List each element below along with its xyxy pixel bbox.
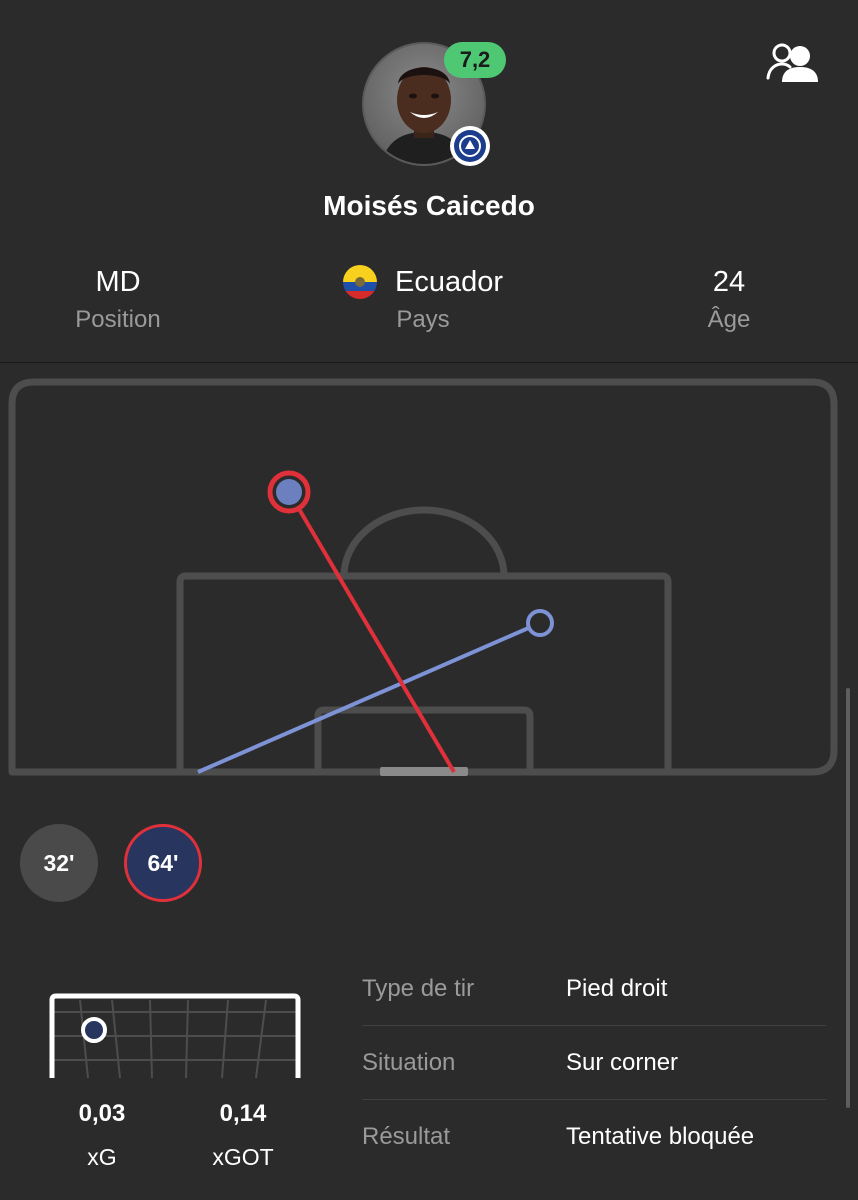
xgot-value: 0,14	[219, 1100, 267, 1127]
xgot-label: xGOT	[212, 1144, 274, 1170]
scrollbar[interactable]	[846, 688, 850, 1108]
age-label: Âge	[707, 306, 751, 333]
country-value-row: Ecuador	[303, 262, 543, 302]
position-label: Position	[75, 306, 161, 333]
goal-frame	[40, 990, 310, 1082]
shot-chip-64[interactable]: 64'	[124, 824, 202, 902]
info-position: MD Position	[0, 262, 238, 334]
detail-value: Pied droit	[566, 974, 668, 1002]
detail-key: Situation	[362, 1048, 456, 1076]
xgot-stat: 0,14 xGOT	[183, 1100, 303, 1171]
detail-key: Type de tir	[362, 974, 475, 1002]
info-country: Ecuador Pays	[303, 262, 543, 334]
player-name: Moisés Caicedo	[323, 190, 535, 221]
info-age: 24 Âge	[609, 262, 849, 334]
section-divider	[0, 362, 858, 363]
position-value: MD	[95, 265, 141, 298]
shot-trajectory-64	[287, 490, 456, 774]
xg-stat: 0,03 xG	[42, 1100, 162, 1171]
rating-badge: 7,2	[444, 42, 506, 78]
country-label: Pays	[396, 306, 450, 333]
shot-placement-marker	[81, 1017, 107, 1043]
shot-details: Type de tir Pied droit Situation Sur cor…	[362, 952, 826, 1173]
detail-key: Résultat	[362, 1122, 451, 1150]
detail-row-result: Résultat Tentative bloquée	[362, 1100, 826, 1173]
shot-trajectory-32	[197, 621, 541, 774]
player-avatar-group: 7,2	[362, 42, 506, 166]
shot-marker-64[interactable]	[276, 479, 302, 505]
detail-row-shot-type: Type de tir Pied droit	[362, 952, 826, 1026]
detail-value: Sur corner	[566, 1048, 679, 1076]
age-value: 24	[712, 265, 746, 298]
chelsea-crest-icon	[450, 126, 490, 166]
xg-value: 0,03	[78, 1100, 126, 1127]
shot-map	[0, 370, 858, 790]
shot-marker-32[interactable]	[526, 609, 554, 637]
detail-row-situation: Situation Sur corner	[362, 1026, 826, 1100]
shot-chip-32[interactable]: 32'	[20, 824, 98, 902]
detail-value: Tentative bloquée	[566, 1122, 755, 1150]
ecuador-flag-icon	[342, 265, 377, 299]
people-compare-icon[interactable]	[764, 40, 824, 86]
country-value: Ecuador	[394, 265, 503, 298]
xg-label: xG	[87, 1144, 117, 1170]
pitch-markings	[8, 378, 838, 776]
